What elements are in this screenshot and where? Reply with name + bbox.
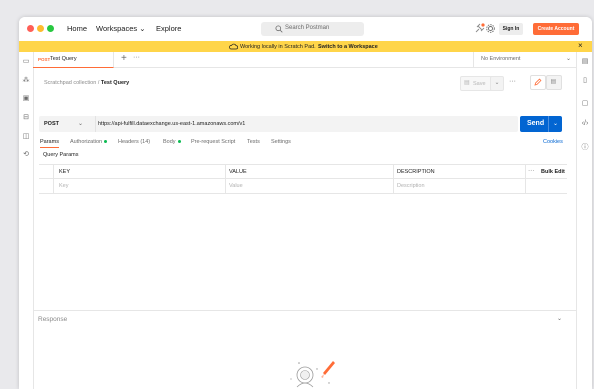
response-label: Response bbox=[38, 316, 68, 323]
search-placeholder: Search Postman bbox=[285, 25, 330, 31]
environment-quick-look[interactable] bbox=[576, 53, 592, 67]
apis-icon[interactable]: ⁂ bbox=[19, 76, 33, 86]
chevron-down-icon[interactable]: ⌄ bbox=[553, 120, 558, 127]
column-header-value: VALUE bbox=[229, 169, 247, 175]
minimize-window-button[interactable] bbox=[37, 25, 44, 32]
breadcrumb-separator: / bbox=[97, 80, 100, 86]
send-label: Send bbox=[527, 120, 545, 127]
chevron-down-icon: ⌄ bbox=[566, 56, 572, 62]
sign-in-button[interactable]: Sign In bbox=[499, 23, 523, 35]
tab-method: POST bbox=[38, 56, 51, 62]
comments-icon[interactable]: ▢ bbox=[578, 99, 592, 109]
right-sidebar: ▤ ▯ ▢ ‹/› ⓘ bbox=[576, 52, 592, 389]
create-account-button[interactable]: Create Account bbox=[533, 23, 579, 35]
banner-text: Working locally in Scratch Pad. bbox=[240, 43, 316, 50]
tab-body[interactable]: Body bbox=[163, 139, 181, 145]
tab-authorization[interactable]: Authorization bbox=[70, 139, 108, 145]
send-divider bbox=[548, 116, 549, 132]
more-tabs-icon[interactable]: ··· bbox=[133, 54, 140, 61]
active-dot bbox=[104, 140, 108, 144]
title-bar: Home Workspaces ⌄ Explore Search Postman… bbox=[19, 17, 592, 42]
query-params-title: Query Params bbox=[43, 152, 79, 158]
tab-authorization-label: Authorization bbox=[70, 139, 103, 145]
nav-home[interactable]: Home bbox=[67, 24, 87, 33]
tab-settings[interactable]: Settings bbox=[271, 139, 291, 145]
edit-icon[interactable] bbox=[530, 75, 546, 90]
send-button[interactable]: Send ⌄ bbox=[520, 116, 562, 132]
column-header-description: DESCRIPTION bbox=[397, 169, 435, 175]
breadcrumb-request: Test Query bbox=[100, 80, 130, 86]
search-icon bbox=[275, 25, 283, 33]
cookies-link[interactable]: Cookies bbox=[543, 139, 563, 145]
code-icon[interactable]: ‹/› bbox=[578, 120, 592, 130]
postman-window: Home Workspaces ⌄ Explore Search Postman… bbox=[19, 17, 592, 389]
satellite-icon[interactable] bbox=[474, 23, 485, 34]
switch-workspace-link[interactable]: Switch to a Workspace bbox=[318, 44, 378, 50]
column-divider bbox=[525, 165, 526, 193]
column-divider bbox=[225, 165, 226, 193]
description-input[interactable]: Description bbox=[397, 183, 425, 189]
mock-servers-icon[interactable]: ⊟ bbox=[19, 113, 33, 123]
tab-headers[interactable]: Headers (14) bbox=[118, 139, 150, 145]
pencil-icon bbox=[534, 78, 542, 86]
column-divider bbox=[53, 165, 54, 193]
tab-prerequest-script[interactable]: Pre-request Script bbox=[191, 139, 235, 145]
response-panel: Response ⌄ bbox=[33, 310, 576, 389]
column-header-key: KEY bbox=[59, 169, 71, 175]
close-icon[interactable]: × bbox=[578, 41, 583, 50]
astronaut-illustration bbox=[290, 361, 335, 388]
bulk-edit-button[interactable]: Bulk Edit bbox=[541, 169, 565, 175]
url-input[interactable]: https://api-fulfill.dataexchange.us-east… bbox=[98, 121, 245, 127]
nav-workspaces[interactable]: Workspaces ⌄ bbox=[96, 24, 146, 33]
info-icon[interactable]: ⓘ bbox=[578, 142, 592, 152]
save-options-button[interactable]: ⌄ bbox=[490, 76, 504, 91]
chevron-down-icon[interactable]: ⌄ bbox=[557, 315, 562, 322]
doc-glyph: ▤ bbox=[550, 79, 557, 85]
more-actions-icon[interactable]: ··· bbox=[509, 78, 516, 85]
column-divider bbox=[393, 165, 394, 193]
close-window-button[interactable] bbox=[27, 25, 34, 32]
more-options-icon[interactable]: ··· bbox=[528, 167, 535, 174]
tab-body-label: Body bbox=[163, 139, 176, 145]
chevron-down-icon: ⌄ bbox=[78, 121, 84, 127]
method-select[interactable]: POST ⌄ bbox=[39, 116, 96, 132]
breadcrumb-collection[interactable]: Scratchpad collection bbox=[44, 80, 96, 86]
new-tab-icon[interactable]: + bbox=[121, 53, 127, 64]
tab-tests[interactable]: Tests bbox=[247, 139, 260, 145]
nav-explore[interactable]: Explore bbox=[156, 24, 181, 33]
query-params-table: KEY VALUE DESCRIPTION ··· Bulk Edit Key … bbox=[39, 164, 567, 194]
save-icon: ▤ bbox=[464, 80, 470, 86]
key-input[interactable]: Key bbox=[59, 183, 68, 189]
left-sidebar: ▭ ⁂ ▣ ⊟ ◫ ⟲ bbox=[19, 52, 34, 389]
value-input[interactable]: Value bbox=[229, 183, 243, 189]
documentation-icon[interactable]: ▯ bbox=[578, 76, 592, 86]
row-divider bbox=[39, 178, 567, 179]
monitors-icon[interactable]: ◫ bbox=[19, 132, 33, 142]
url-bar: POST ⌄ https://api-fulfill.dataexchange.… bbox=[39, 116, 518, 132]
search-input[interactable]: Search Postman bbox=[261, 22, 364, 36]
nav-workspaces-label: Workspaces bbox=[96, 24, 138, 33]
collections-icon[interactable]: ▭ bbox=[19, 57, 33, 67]
method-label: POST bbox=[44, 121, 59, 127]
environment-select[interactable]: No Environment ⌄ bbox=[473, 52, 577, 67]
tab-test-query[interactable]: POST Test Query bbox=[33, 52, 114, 68]
breadcrumb: Scratchpad collection / Test Query bbox=[44, 80, 129, 86]
active-dot bbox=[177, 140, 181, 144]
tab-name: Test Query bbox=[50, 56, 77, 62]
request-tab-bar: POST Test Query + ··· No Environment ⌄ bbox=[33, 52, 576, 68]
environment-label: No Environment bbox=[481, 56, 521, 62]
chevron-down-icon: ⌄ bbox=[139, 24, 146, 33]
gear-icon[interactable] bbox=[485, 23, 496, 34]
document-icon[interactable]: ▤ bbox=[546, 75, 562, 90]
cloud-off-icon bbox=[229, 43, 238, 50]
zoom-window-button[interactable] bbox=[47, 25, 54, 32]
environments-icon[interactable]: ▣ bbox=[19, 94, 33, 104]
scratchpad-banner: Working locally in Scratch Pad. Switch t… bbox=[19, 41, 592, 52]
history-icon[interactable]: ⟲ bbox=[19, 150, 33, 160]
save-label: Save bbox=[473, 80, 486, 87]
tab-params[interactable]: Params bbox=[40, 139, 59, 148]
